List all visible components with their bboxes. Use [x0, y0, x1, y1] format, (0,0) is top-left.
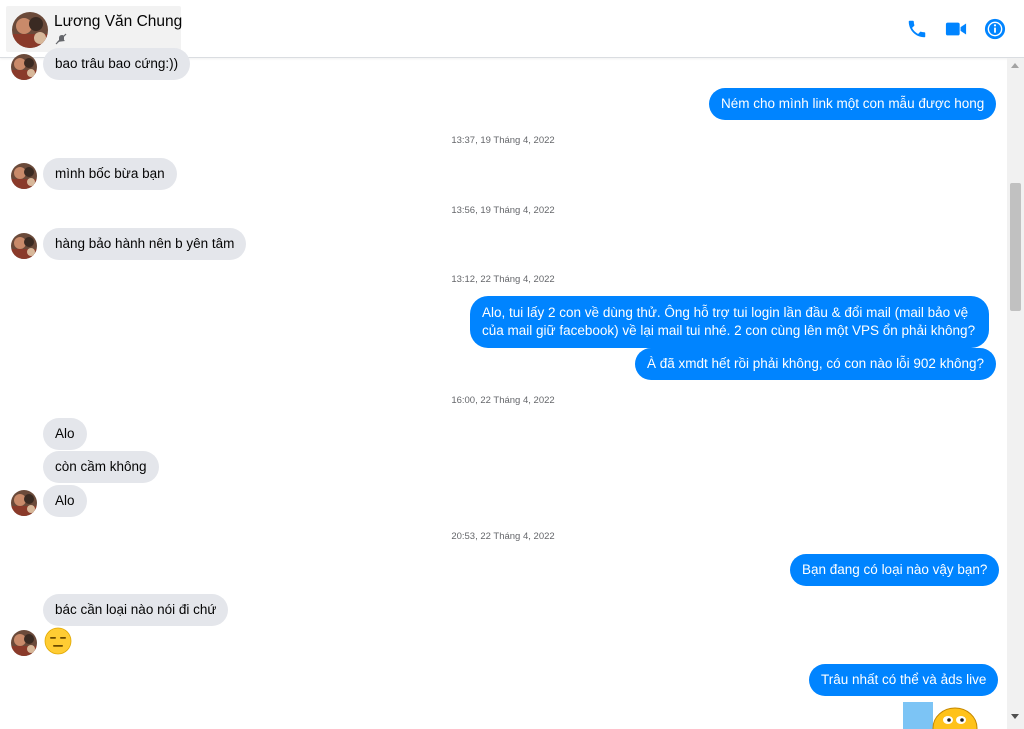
avatar[interactable]: [11, 163, 37, 189]
message-line: Alo, tui lấy 2 con về dùng thử. Ông hỗ t…: [482, 305, 969, 320]
scrollbar-thumb[interactable]: [1010, 183, 1021, 311]
outgoing-message[interactable]: À đã xmdt hết rồi phải không, có con nào…: [635, 348, 996, 380]
outgoing-message[interactable]: Ném cho mình link một con mẫu được hong: [709, 88, 997, 120]
message-line: của mail giữ facebook) về lại mail tui n…: [482, 323, 976, 338]
incoming-message[interactable]: còn cầm không: [43, 451, 159, 483]
video-icon[interactable]: [945, 18, 967, 40]
scrollbar[interactable]: [1007, 58, 1024, 729]
incoming-message[interactable]: mình bốc bừa bạn: [43, 158, 177, 190]
timestamp: 13:12, 22 Tháng 4, 2022: [451, 274, 555, 285]
timestamp: 13:56, 19 Tháng 4, 2022: [451, 205, 555, 216]
contact-name[interactable]: Lương Văn Chung: [54, 13, 182, 31]
avatar[interactable]: [11, 630, 37, 656]
info-icon[interactable]: [984, 18, 1006, 40]
outgoing-message[interactable]: Alo, tui lấy 2 con về dùng thử. Ông hỗ t…: [470, 296, 989, 348]
timestamp: 13:37, 19 Tháng 4, 2022: [451, 135, 555, 146]
scroll-down-icon[interactable]: [1011, 714, 1019, 719]
timestamp: 20:53, 22 Tháng 4, 2022: [451, 531, 555, 542]
avatar[interactable]: [12, 12, 48, 48]
sticker-icon[interactable]: [903, 702, 979, 729]
scroll-up-icon[interactable]: [1011, 63, 1019, 68]
muted-icon: [55, 33, 67, 45]
avatar[interactable]: [11, 490, 37, 516]
incoming-message[interactable]: hàng bảo hành nên b yên tâm: [43, 228, 247, 260]
contact-card[interactable]: Lương Văn Chung: [6, 6, 182, 52]
avatar[interactable]: [11, 54, 37, 80]
incoming-message[interactable]: bác cần loại nào nói đi chứ: [43, 594, 229, 626]
outgoing-message[interactable]: Bạn đang có loại nào vậy bạn?: [790, 554, 1000, 586]
incoming-message[interactable]: Alo: [43, 485, 87, 517]
incoming-message[interactable]: Alo: [43, 418, 87, 450]
timestamp: 16:00, 22 Tháng 4, 2022: [451, 395, 555, 406]
phone-icon[interactable]: [906, 18, 928, 40]
incoming-message[interactable]: bao trâu bao cứng:)): [43, 48, 191, 80]
outgoing-message[interactable]: Trâu nhất có thể và ảds live: [809, 664, 999, 696]
expressionless-face-icon[interactable]: [44, 627, 72, 655]
avatar[interactable]: [11, 233, 37, 259]
